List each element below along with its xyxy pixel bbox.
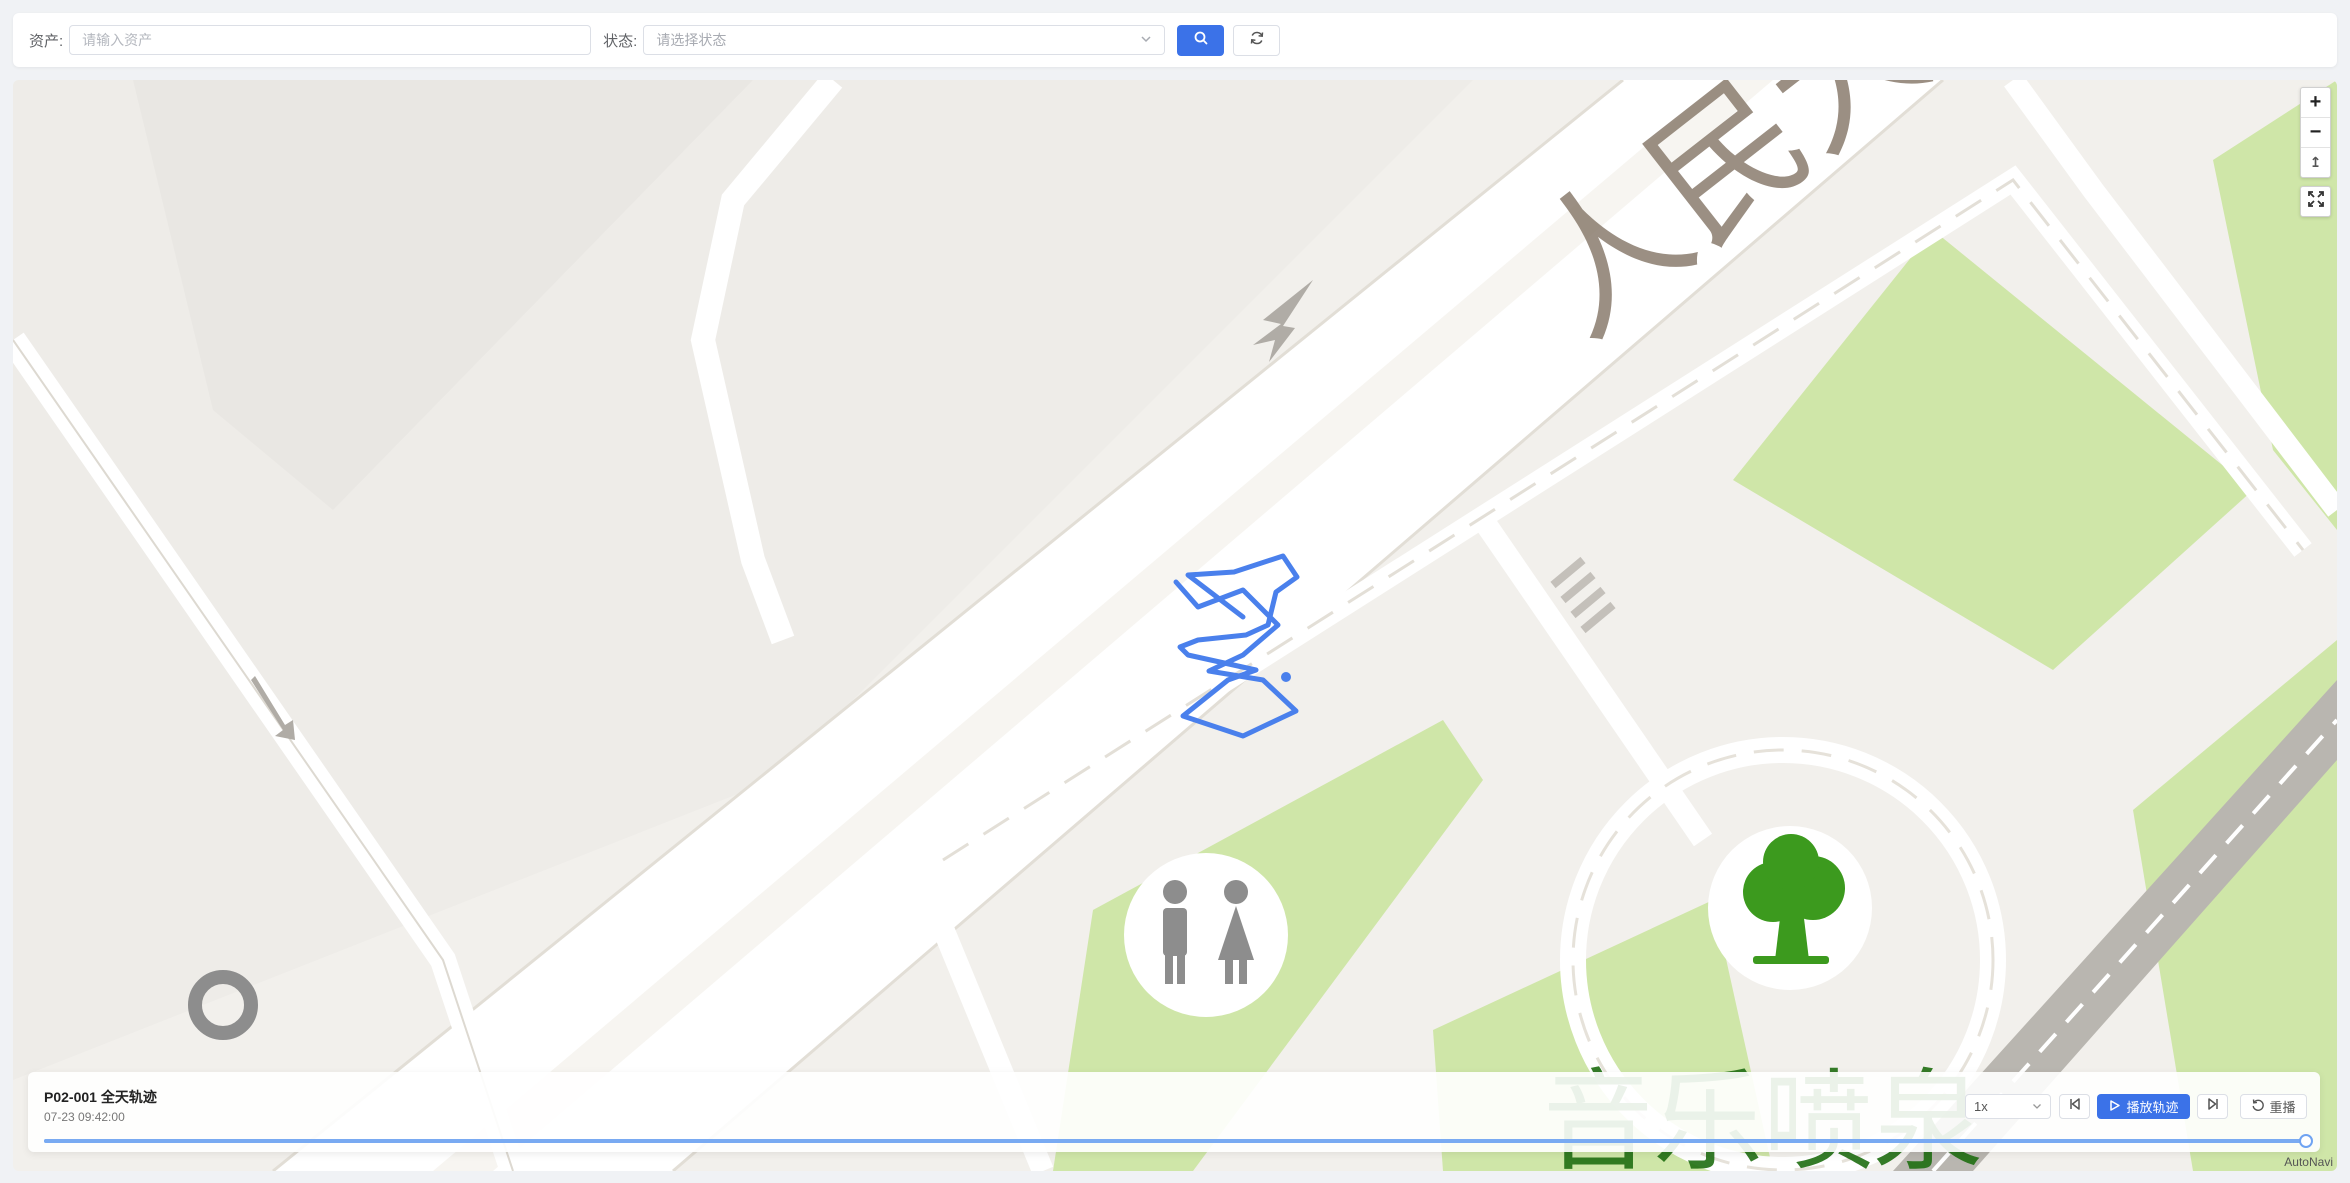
minus-icon: − [2309,121,2322,143]
refresh-icon [1249,30,1265,51]
refresh-button[interactable] [1233,24,1281,56]
map-view[interactable]: 人民大 音乐喷泉 + − ↥ AutoNavi [13,80,2337,1171]
speed-select[interactable]: 1x [1965,1094,2051,1119]
progress-handle[interactable] [2299,1134,2313,1148]
search-button[interactable] [1177,24,1225,56]
track-title: P02-001 全天轨迹 [44,1089,157,1105]
progress-fill [44,1139,2306,1143]
fullscreen-icon [2307,190,2325,213]
asset-input[interactable] [69,25,592,55]
progress-slider[interactable] [44,1134,2313,1148]
plus-icon: + [2309,91,2322,113]
replay-button[interactable]: 重播 [2240,1094,2307,1119]
asset-label: 资产: [29,32,64,50]
play-track-button[interactable]: 播放轨迹 [2097,1094,2190,1119]
next-button[interactable] [2197,1094,2228,1119]
map-attribution: AutoNavi [2284,1155,2333,1169]
chevron-down-icon [2032,1099,2042,1114]
playback-panel: P02-001 全天轨迹 07-23 09:42:00 1x 播放轨迹 重播 [28,1072,2320,1152]
map-tiles: 人民大 音乐喷泉 [13,80,2337,1171]
play-icon [2108,1099,2121,1115]
skip-forward-icon [2206,1097,2220,1116]
speed-value: 1x [1974,1099,1988,1114]
compass-button[interactable]: ↥ [2301,148,2330,177]
position-marker[interactable] [1281,672,1291,682]
replay-label: 重播 [2269,1100,2296,1115]
status-label: 状态: [603,32,638,50]
play-track-label: 播放轨迹 [2126,1100,2179,1115]
zoom-in-button[interactable]: + [2301,88,2330,118]
fullscreen-button[interactable] [2300,186,2331,217]
skip-back-icon [2068,1097,2082,1116]
replay-icon [2251,1098,2265,1115]
status-placeholder: 请选择状态 [656,32,727,48]
compass-icon: ↥ [2309,154,2322,170]
filter-bar: 资产: 状态: 请选择状态 [13,13,2337,67]
zoom-out-button[interactable]: − [2301,118,2330,148]
zoom-controls: + − ↥ [2300,87,2331,178]
search-icon [1193,30,1209,51]
track-time: 07-23 09:42:00 [44,1110,125,1124]
previous-button[interactable] [2059,1094,2090,1119]
status-select[interactable]: 请选择状态 [643,25,1166,55]
chevron-down-icon [1140,33,1152,48]
